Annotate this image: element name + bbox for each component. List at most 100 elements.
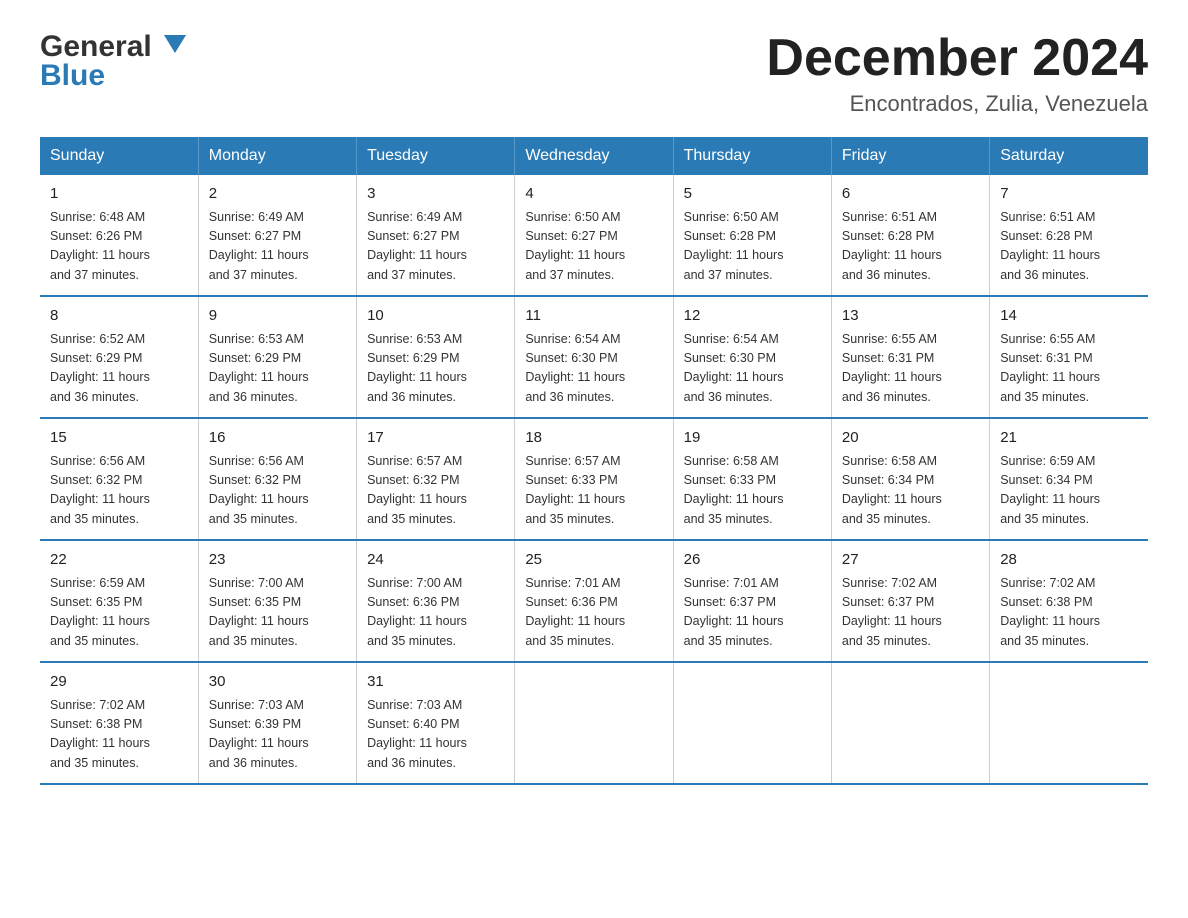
- day-info: Sunrise: 7:03 AM Sunset: 6:40 PM Dayligh…: [367, 696, 504, 774]
- calendar-week-row: 29 Sunrise: 7:02 AM Sunset: 6:38 PM Dayl…: [40, 662, 1148, 784]
- day-info: Sunrise: 7:01 AM Sunset: 6:37 PM Dayligh…: [684, 574, 821, 652]
- day-info: Sunrise: 6:59 AM Sunset: 6:34 PM Dayligh…: [1000, 452, 1138, 530]
- table-row: [831, 662, 989, 784]
- day-number: 15: [50, 427, 188, 450]
- calendar-week-row: 22 Sunrise: 6:59 AM Sunset: 6:35 PM Dayl…: [40, 540, 1148, 662]
- col-saturday: Saturday: [990, 137, 1148, 175]
- page-header: General Blue December 2024 Encontrados, …: [40, 30, 1148, 117]
- table-row: 10 Sunrise: 6:53 AM Sunset: 6:29 PM Dayl…: [357, 296, 515, 418]
- calendar-week-row: 8 Sunrise: 6:52 AM Sunset: 6:29 PM Dayli…: [40, 296, 1148, 418]
- day-number: 27: [842, 549, 979, 572]
- day-number: 20: [842, 427, 979, 450]
- day-info: Sunrise: 6:54 AM Sunset: 6:30 PM Dayligh…: [525, 330, 662, 408]
- day-info: Sunrise: 6:58 AM Sunset: 6:34 PM Dayligh…: [842, 452, 979, 530]
- table-row: 24 Sunrise: 7:00 AM Sunset: 6:36 PM Dayl…: [357, 540, 515, 662]
- day-info: Sunrise: 6:53 AM Sunset: 6:29 PM Dayligh…: [209, 330, 346, 408]
- table-row: [990, 662, 1148, 784]
- day-number: 26: [684, 549, 821, 572]
- day-number: 1: [50, 183, 188, 206]
- table-row: 20 Sunrise: 6:58 AM Sunset: 6:34 PM Dayl…: [831, 418, 989, 540]
- day-number: 24: [367, 549, 504, 572]
- col-monday: Monday: [198, 137, 356, 175]
- day-number: 8: [50, 305, 188, 328]
- logo-blue: Blue: [40, 59, 105, 93]
- table-row: [673, 662, 831, 784]
- day-number: 16: [209, 427, 346, 450]
- col-thursday: Thursday: [673, 137, 831, 175]
- day-number: 11: [525, 305, 662, 328]
- table-row: 29 Sunrise: 7:02 AM Sunset: 6:38 PM Dayl…: [40, 662, 198, 784]
- day-number: 19: [684, 427, 821, 450]
- day-number: 17: [367, 427, 504, 450]
- day-info: Sunrise: 6:57 AM Sunset: 6:33 PM Dayligh…: [525, 452, 662, 530]
- day-number: 12: [684, 305, 821, 328]
- day-info: Sunrise: 6:51 AM Sunset: 6:28 PM Dayligh…: [842, 208, 979, 286]
- day-info: Sunrise: 7:02 AM Sunset: 6:37 PM Dayligh…: [842, 574, 979, 652]
- table-row: 27 Sunrise: 7:02 AM Sunset: 6:37 PM Dayl…: [831, 540, 989, 662]
- day-info: Sunrise: 6:48 AM Sunset: 6:26 PM Dayligh…: [50, 208, 188, 286]
- day-number: 25: [525, 549, 662, 572]
- table-row: 6 Sunrise: 6:51 AM Sunset: 6:28 PM Dayli…: [831, 175, 989, 296]
- day-info: Sunrise: 6:49 AM Sunset: 6:27 PM Dayligh…: [209, 208, 346, 286]
- table-row: 25 Sunrise: 7:01 AM Sunset: 6:36 PM Dayl…: [515, 540, 673, 662]
- table-row: 5 Sunrise: 6:50 AM Sunset: 6:28 PM Dayli…: [673, 175, 831, 296]
- calendar-week-row: 15 Sunrise: 6:56 AM Sunset: 6:32 PM Dayl…: [40, 418, 1148, 540]
- col-tuesday: Tuesday: [357, 137, 515, 175]
- table-row: 30 Sunrise: 7:03 AM Sunset: 6:39 PM Dayl…: [198, 662, 356, 784]
- day-number: 7: [1000, 183, 1138, 206]
- day-number: 28: [1000, 549, 1138, 572]
- day-number: 3: [367, 183, 504, 206]
- day-info: Sunrise: 6:56 AM Sunset: 6:32 PM Dayligh…: [50, 452, 188, 530]
- day-number: 30: [209, 671, 346, 694]
- calendar-week-row: 1 Sunrise: 6:48 AM Sunset: 6:26 PM Dayli…: [40, 175, 1148, 296]
- day-number: 18: [525, 427, 662, 450]
- day-info: Sunrise: 6:50 AM Sunset: 6:27 PM Dayligh…: [525, 208, 662, 286]
- day-info: Sunrise: 7:02 AM Sunset: 6:38 PM Dayligh…: [50, 696, 188, 774]
- day-info: Sunrise: 6:49 AM Sunset: 6:27 PM Dayligh…: [367, 208, 504, 286]
- table-row: 16 Sunrise: 6:56 AM Sunset: 6:32 PM Dayl…: [198, 418, 356, 540]
- table-row: 28 Sunrise: 7:02 AM Sunset: 6:38 PM Dayl…: [990, 540, 1148, 662]
- day-info: Sunrise: 6:55 AM Sunset: 6:31 PM Dayligh…: [1000, 330, 1138, 408]
- col-sunday: Sunday: [40, 137, 198, 175]
- day-info: Sunrise: 6:56 AM Sunset: 6:32 PM Dayligh…: [209, 452, 346, 530]
- day-info: Sunrise: 6:58 AM Sunset: 6:33 PM Dayligh…: [684, 452, 821, 530]
- day-info: Sunrise: 6:59 AM Sunset: 6:35 PM Dayligh…: [50, 574, 188, 652]
- day-number: 22: [50, 549, 188, 572]
- table-row: 18 Sunrise: 6:57 AM Sunset: 6:33 PM Dayl…: [515, 418, 673, 540]
- day-info: Sunrise: 7:02 AM Sunset: 6:38 PM Dayligh…: [1000, 574, 1138, 652]
- day-info: Sunrise: 6:50 AM Sunset: 6:28 PM Dayligh…: [684, 208, 821, 286]
- day-number: 29: [50, 671, 188, 694]
- day-info: Sunrise: 6:51 AM Sunset: 6:28 PM Dayligh…: [1000, 208, 1138, 286]
- month-title: December 2024: [766, 30, 1148, 87]
- day-number: 23: [209, 549, 346, 572]
- calendar-table: Sunday Monday Tuesday Wednesday Thursday…: [40, 137, 1148, 785]
- day-info: Sunrise: 6:57 AM Sunset: 6:32 PM Dayligh…: [367, 452, 504, 530]
- day-info: Sunrise: 6:55 AM Sunset: 6:31 PM Dayligh…: [842, 330, 979, 408]
- table-row: 1 Sunrise: 6:48 AM Sunset: 6:26 PM Dayli…: [40, 175, 198, 296]
- day-number: 14: [1000, 305, 1138, 328]
- day-number: 31: [367, 671, 504, 694]
- table-row: 23 Sunrise: 7:00 AM Sunset: 6:35 PM Dayl…: [198, 540, 356, 662]
- day-number: 13: [842, 305, 979, 328]
- logo: General Blue: [40, 30, 186, 93]
- table-row: 7 Sunrise: 6:51 AM Sunset: 6:28 PM Dayli…: [990, 175, 1148, 296]
- calendar-header-row: Sunday Monday Tuesday Wednesday Thursday…: [40, 137, 1148, 175]
- day-info: Sunrise: 6:54 AM Sunset: 6:30 PM Dayligh…: [684, 330, 821, 408]
- table-row: 22 Sunrise: 6:59 AM Sunset: 6:35 PM Dayl…: [40, 540, 198, 662]
- table-row: 12 Sunrise: 6:54 AM Sunset: 6:30 PM Dayl…: [673, 296, 831, 418]
- day-number: 5: [684, 183, 821, 206]
- table-row: 4 Sunrise: 6:50 AM Sunset: 6:27 PM Dayli…: [515, 175, 673, 296]
- day-number: 21: [1000, 427, 1138, 450]
- day-info: Sunrise: 7:00 AM Sunset: 6:35 PM Dayligh…: [209, 574, 346, 652]
- table-row: 31 Sunrise: 7:03 AM Sunset: 6:40 PM Dayl…: [357, 662, 515, 784]
- title-area: December 2024 Encontrados, Zulia, Venezu…: [766, 30, 1148, 117]
- col-friday: Friday: [831, 137, 989, 175]
- table-row: 2 Sunrise: 6:49 AM Sunset: 6:27 PM Dayli…: [198, 175, 356, 296]
- table-row: 9 Sunrise: 6:53 AM Sunset: 6:29 PM Dayli…: [198, 296, 356, 418]
- day-info: Sunrise: 7:00 AM Sunset: 6:36 PM Dayligh…: [367, 574, 504, 652]
- location-title: Encontrados, Zulia, Venezuela: [766, 91, 1148, 117]
- day-info: Sunrise: 6:53 AM Sunset: 6:29 PM Dayligh…: [367, 330, 504, 408]
- day-number: 2: [209, 183, 346, 206]
- day-number: 4: [525, 183, 662, 206]
- table-row: 14 Sunrise: 6:55 AM Sunset: 6:31 PM Dayl…: [990, 296, 1148, 418]
